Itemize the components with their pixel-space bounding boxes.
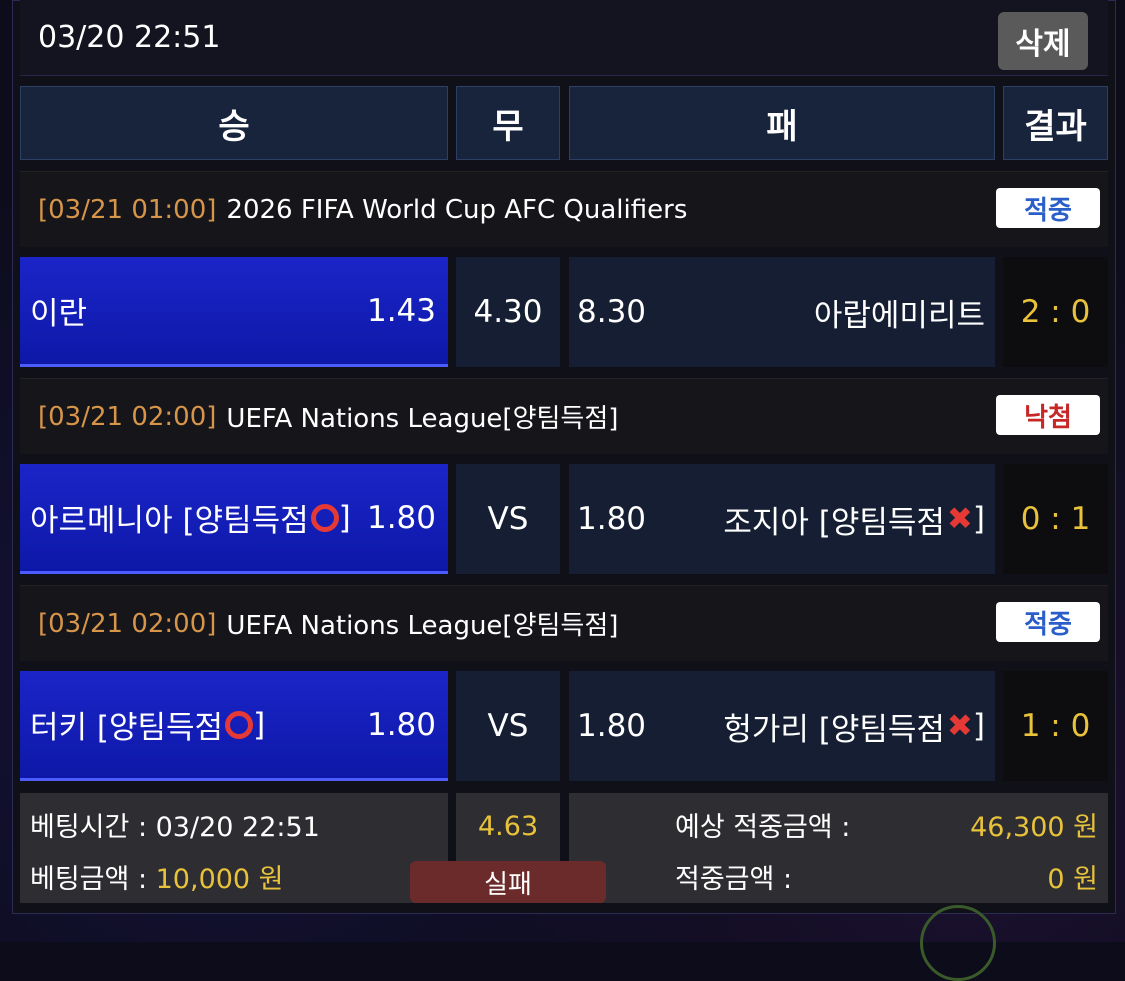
delete-button[interactable]: 삭제 xyxy=(998,12,1088,70)
bet-summary-left: 베팅시간 : 03/20 22:51 베팅금액 : 10,000 원 xyxy=(20,793,448,903)
draw-odds[interactable]: VS xyxy=(456,671,560,781)
column-lose: 패 xyxy=(569,86,995,160)
cross-x-icon: ✖ xyxy=(946,708,973,744)
match-date: [03/21 02:00] xyxy=(38,608,217,639)
win-amount-value: 0 원 xyxy=(1047,864,1098,895)
cross-x-icon: ✖ xyxy=(946,501,973,537)
away-team-name: 헝가리 [양팀득점 xyxy=(723,711,945,748)
home-suffix: ] xyxy=(253,706,266,743)
home-team-name-wrap: 아르메니아 [양팀득점] xyxy=(30,464,351,571)
bet-time: 03/20 22:51 xyxy=(38,20,221,55)
home-suffix: ] xyxy=(338,499,351,536)
match-date: [03/21 01:00] xyxy=(38,194,217,225)
bet-summary-right: 예상 적중금액 : 46,300 원 적중금액 : 0 원 xyxy=(569,793,1108,903)
away-team-name-wrap: 조지아 [양팀득점 ✖] xyxy=(723,464,985,574)
column-result: 결과 xyxy=(1003,86,1108,160)
result-badge-hit: 적중 xyxy=(996,602,1100,642)
away-team-cell[interactable]: 8.30 아랍에미리트 xyxy=(569,257,995,367)
league-name: 2026 FIFA World Cup AFC Qualifiers xyxy=(226,194,688,225)
match-score: 2 : 0 xyxy=(1003,257,1108,367)
home-team-cell[interactable]: 터키 [양팀득점] 1.80 xyxy=(20,671,448,781)
home-team-name: 아르메니아 [양팀득점 xyxy=(30,503,309,539)
away-team-cell[interactable]: 1.80 헝가리 [양팀득점 ✖] xyxy=(569,671,995,781)
decorative-ring xyxy=(920,905,996,981)
away-team-cell[interactable]: 1.80 조지아 [양팀득점 ✖] xyxy=(569,464,995,574)
home-team-cell[interactable]: 아르메니아 [양팀득점] 1.80 xyxy=(20,464,448,574)
column-win: 승 xyxy=(20,86,448,160)
home-odds: 1.43 xyxy=(366,292,436,329)
total-odds: 4.63 xyxy=(478,811,539,842)
away-team-name: 조지아 [양팀득점 xyxy=(723,504,945,541)
result-badge-miss: 낙첨 xyxy=(996,395,1100,435)
home-odds: 1.80 xyxy=(366,706,436,743)
bet-amount-value: 10,000 원 xyxy=(155,864,284,895)
expected-win-label: 예상 적중금액 : xyxy=(675,812,851,843)
away-odds: 8.30 xyxy=(577,294,647,330)
bet-time-summary: 베팅시간 : 03/20 22:51 xyxy=(30,812,320,843)
circle-o-icon xyxy=(225,710,254,739)
away-odds: 1.80 xyxy=(577,708,647,744)
bet-header: 03/20 22:51 삭제 xyxy=(20,0,1108,76)
away-team-name-wrap: 헝가리 [양팀득점 ✖] xyxy=(723,671,985,781)
away-odds: 1.80 xyxy=(577,501,647,537)
home-team-name: 이란 xyxy=(30,296,88,332)
bet-amount-label: 베팅금액 : xyxy=(30,864,156,895)
match-score: 1 : 0 xyxy=(1003,671,1108,781)
home-odds: 1.80 xyxy=(366,499,436,536)
league-row: [03/21 01:00] 2026 FIFA World Cup AFC Qu… xyxy=(20,171,1108,247)
league-row: [03/21 02:00] UEFA Nations League[양팀득점] … xyxy=(20,585,1108,661)
status-fail-button: 실패 xyxy=(410,861,606,903)
win-amount-label: 적중금액 : xyxy=(675,864,793,895)
draw-odds[interactable]: 4.30 xyxy=(456,257,560,367)
column-draw: 무 xyxy=(456,86,560,160)
match-date: [03/21 02:00] xyxy=(38,401,217,432)
result-badge-hit: 적중 xyxy=(996,188,1100,228)
home-team-cell[interactable]: 이란 1.43 xyxy=(20,257,448,367)
league-name: UEFA Nations League[양팀득점] xyxy=(226,404,619,434)
league-row: [03/21 02:00] UEFA Nations League[양팀득점] … xyxy=(20,378,1108,454)
home-team-name-wrap: 터키 [양팀득점] xyxy=(30,671,265,778)
expected-win-value: 46,300 원 xyxy=(970,812,1098,843)
bet-amount-summary: 베팅금액 : 10,000 원 xyxy=(30,857,284,896)
home-team-name: 터키 [양팀득점 xyxy=(30,710,224,746)
circle-o-icon xyxy=(310,503,339,532)
away-suffix: ] xyxy=(972,708,985,744)
away-suffix: ] xyxy=(972,501,985,537)
league-name: UEFA Nations League[양팀득점] xyxy=(226,611,619,641)
away-team-name: 아랍에미리트 xyxy=(813,297,985,334)
draw-odds[interactable]: VS xyxy=(456,464,560,574)
match-score: 0 : 1 xyxy=(1003,464,1108,574)
